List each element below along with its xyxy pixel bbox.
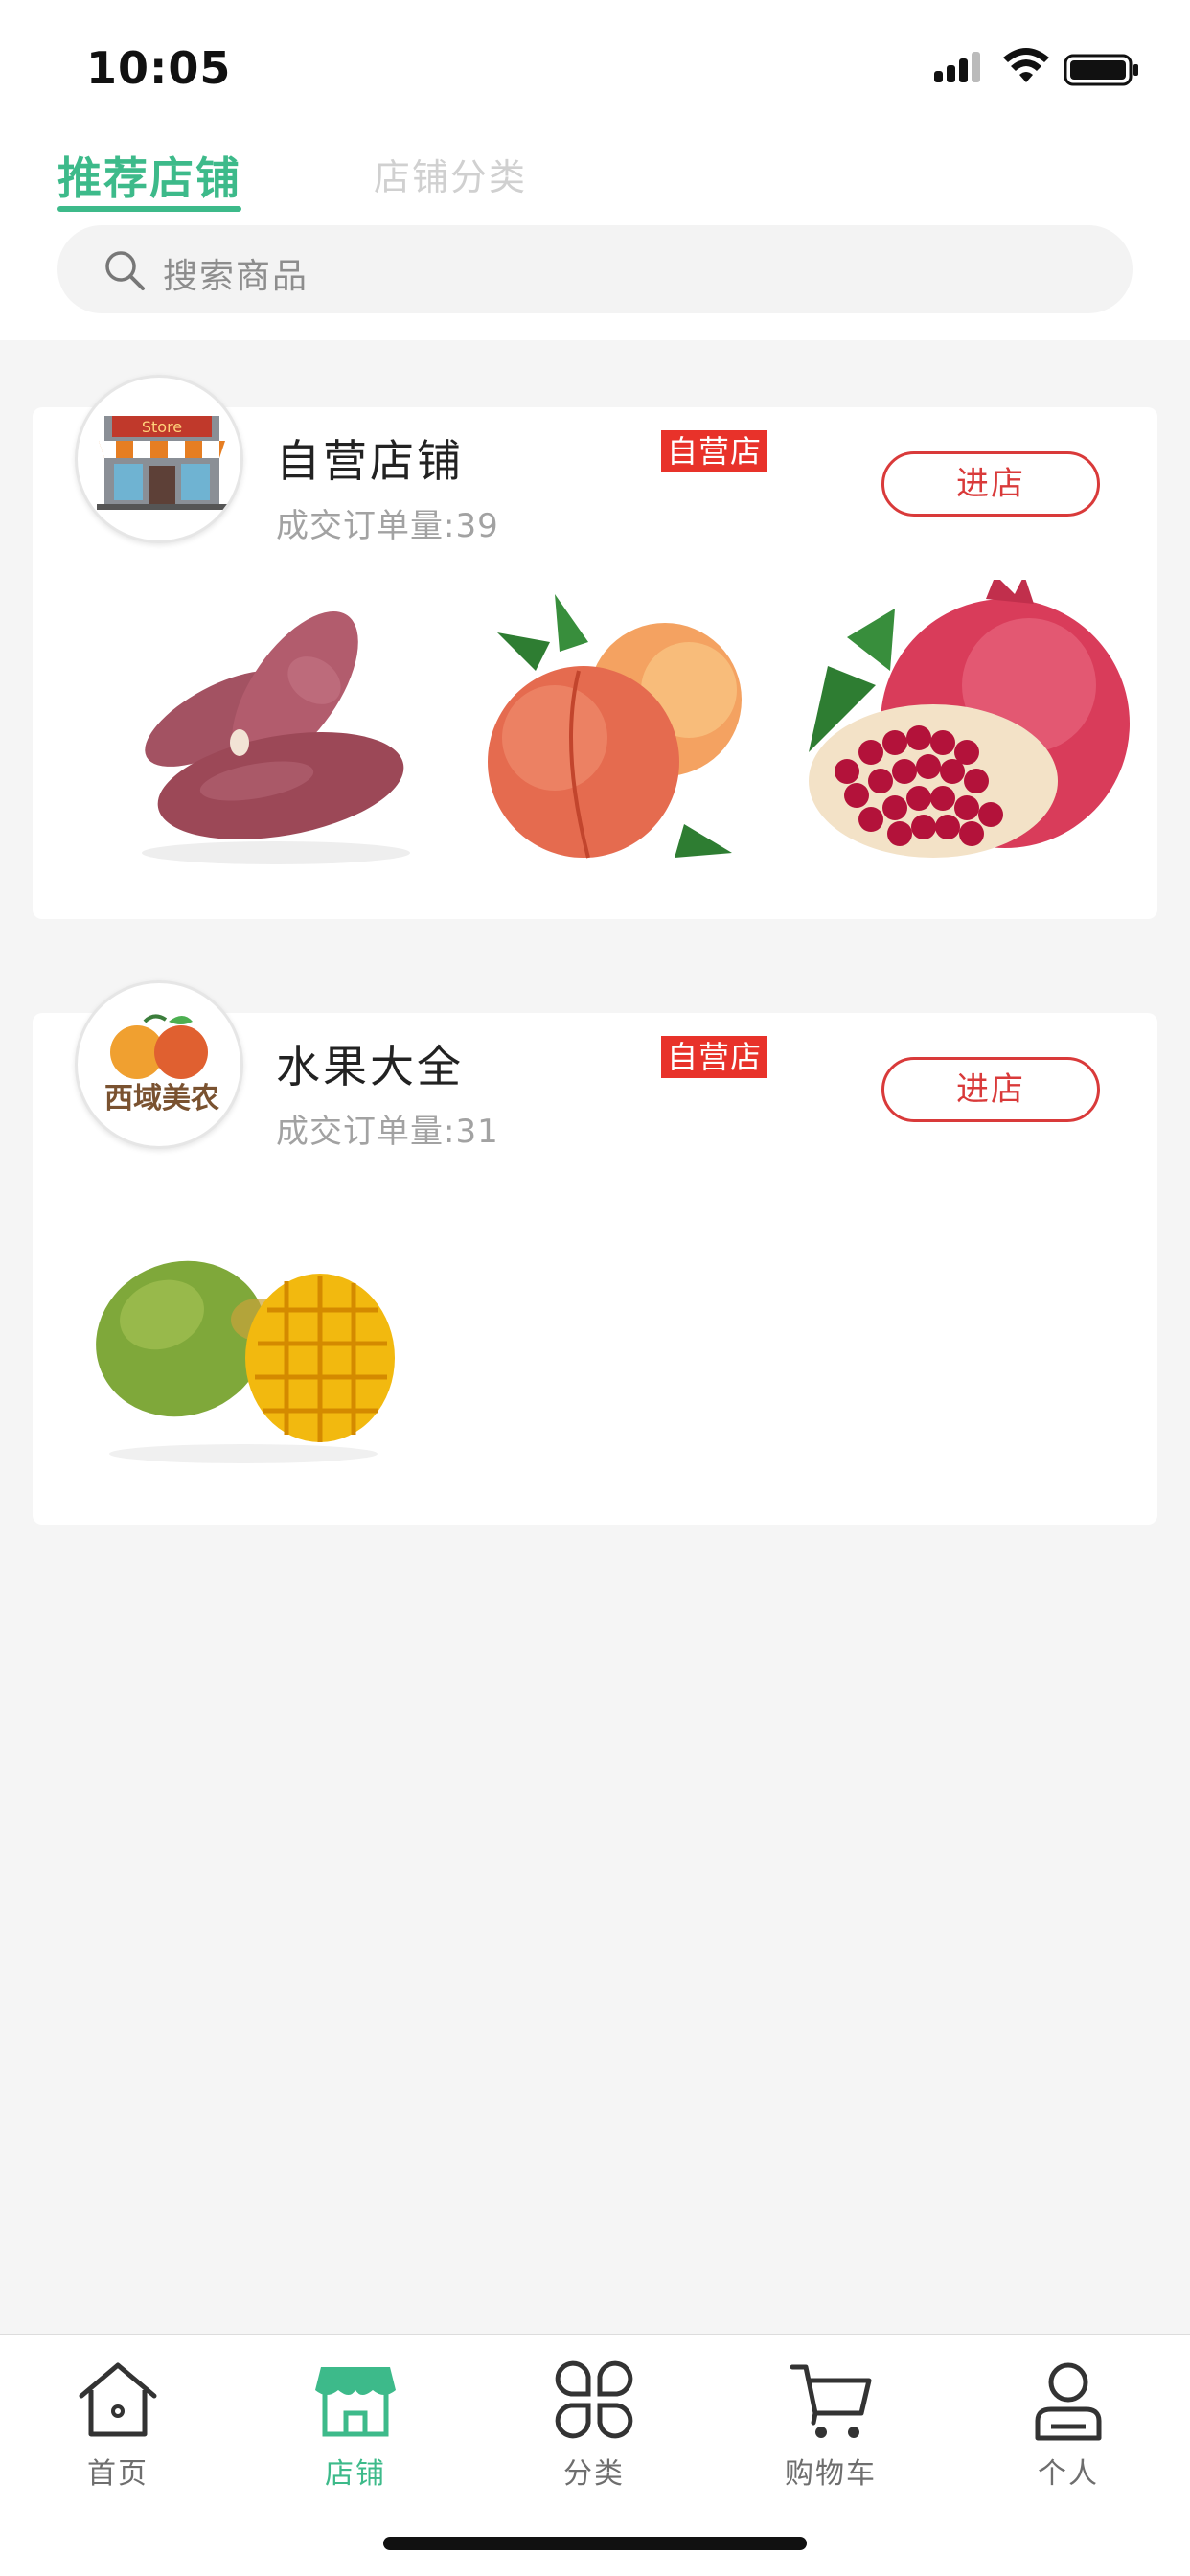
product-image-sweet-potato[interactable] xyxy=(113,589,439,877)
cart-icon xyxy=(790,2364,872,2438)
self-operated-badge: 自营店 xyxy=(661,1036,768,1078)
tab-recommended-stores[interactable]: 推荐店铺 xyxy=(57,144,241,207)
home-indicator xyxy=(383,2537,807,2550)
store-logo-text: Store xyxy=(142,418,182,436)
store-order-count: 成交订单量:31 xyxy=(276,1113,499,1151)
tab-category-label: 分类 xyxy=(563,2457,625,2491)
status-time: 10:05 xyxy=(86,42,232,94)
store-logo: Store xyxy=(75,375,243,543)
store-logo: 西域美农 xyxy=(75,980,243,1149)
wifi-icon xyxy=(1003,48,1049,82)
tab-store-categories[interactable]: 店铺分类 xyxy=(374,148,527,200)
tab-cart-label: 购物车 xyxy=(785,2457,877,2491)
product-image-peach[interactable] xyxy=(445,585,770,891)
enter-store-button[interactable]: 进店 xyxy=(881,1057,1100,1122)
tab-cart[interactable]: 购物车 xyxy=(754,2354,907,2497)
search-icon xyxy=(105,251,145,290)
tab-store-label: 店铺 xyxy=(325,2457,386,2491)
tab-profile[interactable]: 个人 xyxy=(992,2354,1145,2497)
search-placeholder: 搜索商品 xyxy=(163,257,309,296)
cellular-signal-icon xyxy=(934,50,987,86)
home-icon xyxy=(79,2362,157,2437)
tab-category[interactable]: 分类 xyxy=(517,2354,671,2497)
store-card[interactable]: Store 自营店铺 自营店 成交订单量:39 进店 xyxy=(33,375,1157,919)
tab-home-label: 首页 xyxy=(87,2457,149,2491)
product-image-pomegranate[interactable] xyxy=(790,580,1148,886)
battery-icon xyxy=(1064,54,1138,86)
enter-store-button[interactable]: 进店 xyxy=(881,451,1100,517)
profile-icon xyxy=(1035,2362,1102,2441)
category-icon xyxy=(555,2360,633,2439)
tab-home[interactable]: 首页 xyxy=(41,2354,195,2497)
product-image-mango[interactable] xyxy=(90,1205,397,1483)
store-order-count: 成交订单量:39 xyxy=(276,507,499,545)
store-logo-text: 西域美农 xyxy=(104,1082,219,1116)
search-input[interactable]: 搜索商品 xyxy=(57,225,1133,313)
store-card[interactable]: 西域美农 水果大全 自营店 成交订单量:31 进店 xyxy=(33,980,1157,1525)
tab-store[interactable]: 店铺 xyxy=(279,2354,432,2497)
store-name: 自营店铺 xyxy=(276,435,464,487)
self-operated-badge: 自营店 xyxy=(661,430,768,472)
tab-profile-label: 个人 xyxy=(1038,2457,1099,2491)
store-name: 水果大全 xyxy=(276,1041,464,1092)
active-tab-indicator xyxy=(57,206,241,212)
store-icon xyxy=(315,2367,396,2437)
header: 10:05 推荐店铺 店铺分类 搜索商品 xyxy=(0,0,1190,340)
